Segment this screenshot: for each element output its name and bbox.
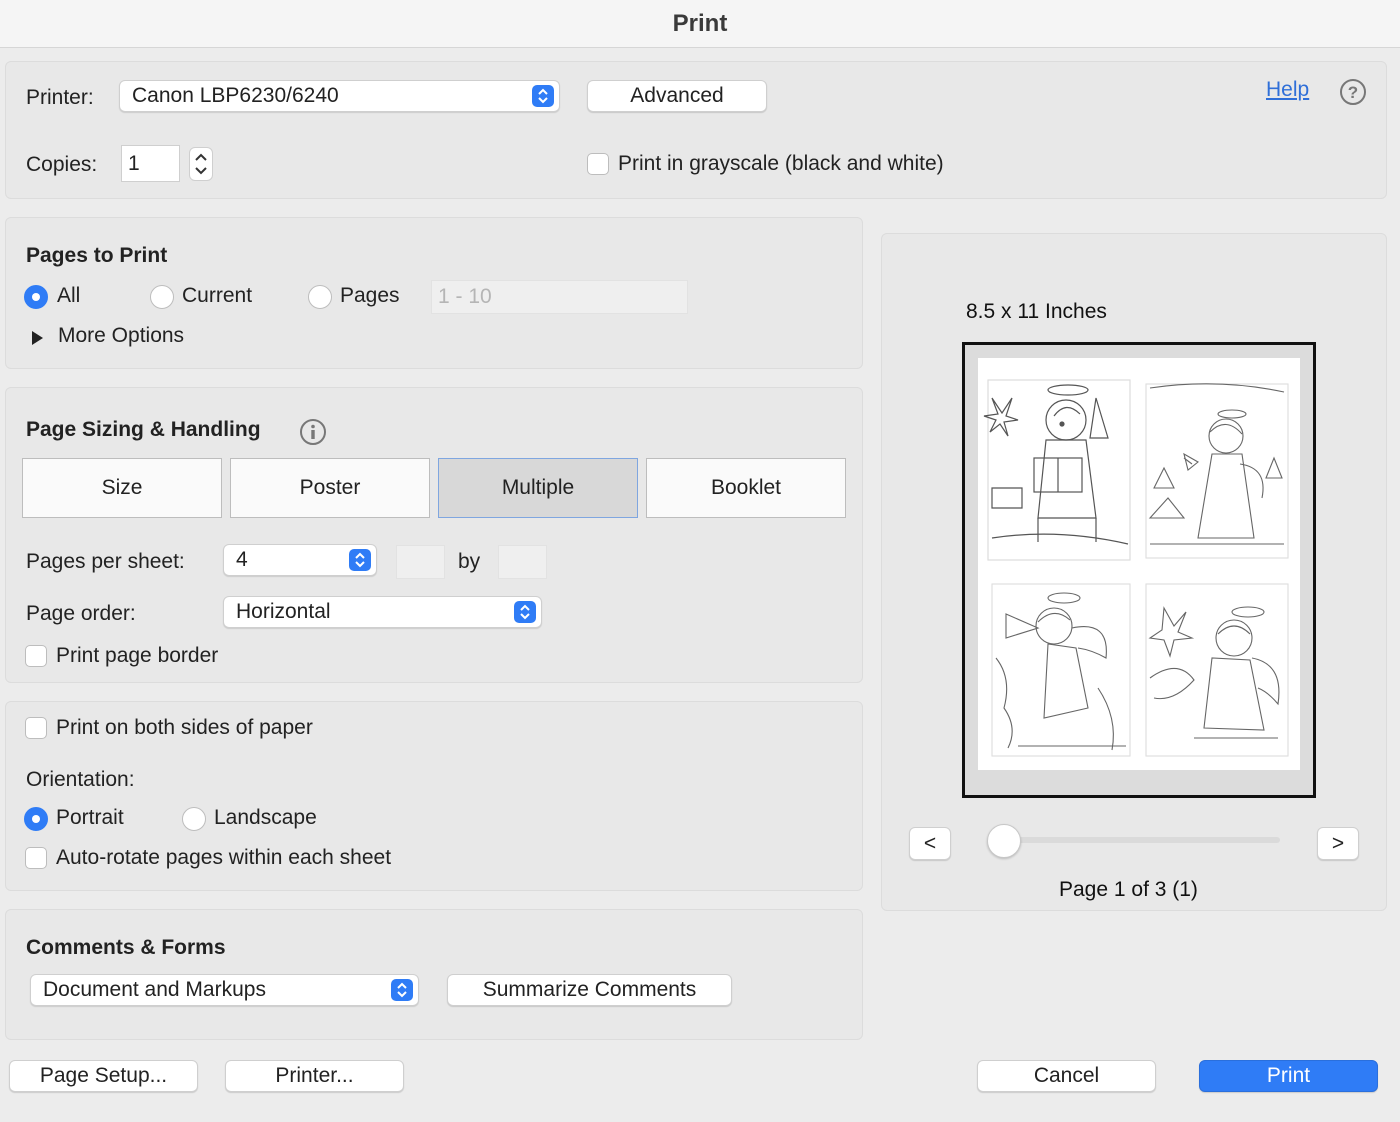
radio-landscape-label: Landscape [214,806,317,829]
radio-current[interactable] [150,285,174,309]
page-preview [962,342,1316,798]
cancel-button[interactable]: Cancel [977,1060,1156,1092]
printer-label: Printer: [26,86,94,109]
page-sizing-title: Page Sizing & Handling [26,418,261,441]
copies-stepper[interactable] [189,147,213,181]
columns-field[interactable] [396,545,445,579]
tab-poster[interactable]: Poster [230,458,430,518]
pages-per-sheet-value: 4 [236,548,248,571]
page-slider-thumb[interactable] [987,824,1021,858]
info-icon[interactable] [299,418,327,446]
printer-button[interactable]: Printer... [225,1060,404,1092]
select-arrows-icon [514,601,536,623]
advanced-button[interactable]: Advanced [587,80,767,112]
comments-select[interactable]: Document and Markups [30,974,419,1006]
next-page-button[interactable]: > [1317,827,1359,860]
page-order-select[interactable]: Horizontal [223,596,542,628]
comments-forms-title: Comments & Forms [26,936,226,959]
tab-booklet[interactable]: Booklet [646,458,846,518]
disclosure-triangle-icon[interactable] [31,328,45,345]
tab-size[interactable]: Size [22,458,222,518]
more-options-label[interactable]: More Options [58,324,184,348]
copies-field[interactable]: 1 [121,145,180,182]
by-label: by [458,550,481,573]
page-order-label: Page order: [26,602,136,625]
both-sides-checkbox[interactable] [25,717,47,739]
radio-all[interactable] [24,285,48,309]
page-slider-track[interactable] [1005,837,1280,843]
pages-to-print-title: Pages to Print [26,244,168,267]
help-icon[interactable]: ? [1339,78,1367,106]
print-border-label: Print page border [56,644,219,667]
radio-all-label: All [57,284,81,307]
select-arrows-icon [532,85,554,107]
page-setup-button[interactable]: Page Setup... [9,1060,198,1092]
grayscale-checkbox[interactable] [587,153,609,175]
page-range-field[interactable]: 1 - 10 [431,280,688,314]
preview-sheet [978,358,1300,770]
printer-select-value: Canon LBP6230/6240 [132,84,339,107]
help-link[interactable]: Help [1266,78,1309,102]
comments-select-value: Document and Markups [43,978,266,1001]
print-border-checkbox[interactable] [25,645,47,667]
page-status: Page 1 of 3 (1) [1059,878,1198,901]
printer-select[interactable]: Canon LBP6230/6240 [119,80,560,112]
paper-size-label: 8.5 x 11 Inches [966,300,1107,323]
prev-page-button[interactable]: < [909,827,951,860]
radio-portrait[interactable] [24,807,48,831]
select-arrows-icon [391,979,413,1001]
page-order-value: Horizontal [236,600,331,623]
svg-text:?: ? [1348,83,1358,102]
radio-pages[interactable] [308,285,332,309]
auto-rotate-label: Auto-rotate pages within each sheet [56,846,392,869]
radio-current-label: Current [182,284,253,307]
radio-portrait-label: Portrait [56,806,124,829]
window-title: Print [672,9,728,37]
rows-field[interactable] [498,545,547,579]
coloring-pages-thumbnail [983,379,1289,757]
grayscale-label: Print in grayscale (black and white) [618,152,944,175]
auto-rotate-checkbox[interactable] [25,847,47,869]
tab-multiple[interactable]: Multiple [438,458,638,518]
both-sides-label: Print on both sides of paper [56,716,313,739]
summarize-comments-button[interactable]: Summarize Comments [447,974,732,1006]
pages-per-sheet-select[interactable]: 4 [223,544,377,576]
orientation-label: Orientation: [26,768,135,791]
print-button[interactable]: Print [1199,1060,1378,1092]
select-arrows-icon [349,549,371,571]
radio-landscape[interactable] [182,807,206,831]
copies-label: Copies: [26,153,98,176]
pages-per-sheet-label: Pages per sheet: [26,550,185,573]
title-bar: Print [0,0,1400,48]
radio-pages-label: Pages [340,284,400,307]
